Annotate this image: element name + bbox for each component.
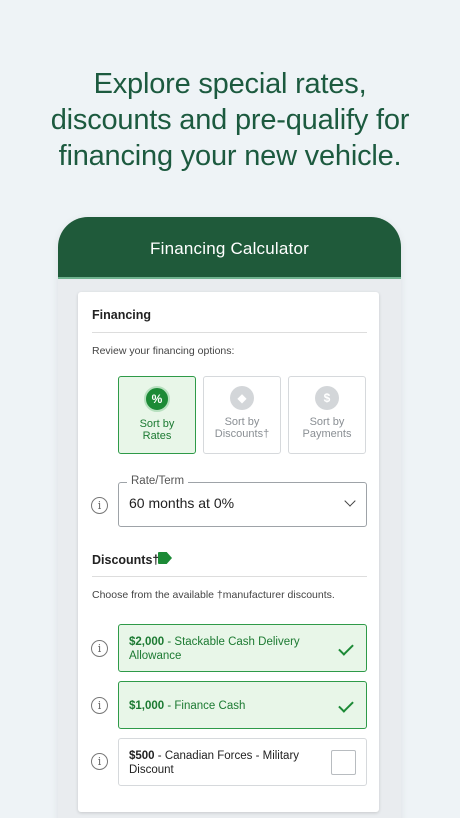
- sort-label-line1: Sort by: [139, 418, 175, 430]
- sort-by-discounts-button[interactable]: ◆ Sort by Discounts†: [203, 376, 281, 454]
- rate-term-value: 60 months at 0%: [129, 495, 235, 511]
- sort-label-line2: Discounts†: [214, 428, 270, 440]
- headline-line-1: Explore special rates,: [93, 68, 367, 100]
- financing-divider: [92, 332, 367, 333]
- discounts-divider: [92, 576, 367, 577]
- discount-info-icon[interactable]: i: [91, 753, 108, 770]
- discount-option[interactable]: $500 - Canadian Forces - Military Discou…: [118, 738, 367, 786]
- discount-text-line2: Discount: [129, 764, 174, 776]
- discount-label: - Stackable Cash Delivery: [164, 636, 300, 648]
- tag-icon: ◆: [230, 386, 254, 410]
- sort-by-rates-button[interactable]: % Sort by Rates: [118, 376, 196, 454]
- app-title: Financing Calculator: [150, 239, 309, 258]
- discount-label: - Finance Cash: [164, 700, 246, 712]
- discounts-heading: Discounts†: [92, 553, 160, 567]
- chevron-down-icon: [344, 495, 356, 507]
- promo-headline: Explore special rates, discounts and pre…: [0, 66, 460, 174]
- discount-text-line1: $2,000 - Stackable Cash Delivery: [129, 635, 326, 649]
- percent-icon: %: [144, 386, 170, 412]
- discount-amount: $1,000: [129, 700, 165, 712]
- discount-text-line2: Allowance: [129, 650, 182, 662]
- phone-frame: Financing Calculator Financing Review yo…: [58, 217, 401, 818]
- discount-amount: $500: [129, 750, 155, 762]
- discount-info-icon[interactable]: i: [91, 697, 108, 714]
- discount-text-line1: $1,000 - Finance Cash: [129, 699, 326, 713]
- discounts-subtext: Choose from the available †manufacturer …: [92, 589, 335, 601]
- app-header: Financing Calculator: [58, 217, 401, 279]
- price-tag-icon: [158, 552, 172, 564]
- sort-label-line1: Sort by: [224, 416, 260, 428]
- discount-label: - Canadian Forces - Military: [154, 750, 300, 762]
- rate-term-label: Rate/Term: [127, 475, 189, 487]
- sort-by-payments-button[interactable]: $ Sort by Payments: [288, 376, 366, 454]
- rate-info-icon[interactable]: i: [91, 497, 108, 514]
- checkmark-icon: [338, 640, 354, 656]
- discount-amount: $2,000: [129, 636, 165, 648]
- financing-subtext: Review your financing options:: [92, 345, 235, 357]
- discount-checkbox[interactable]: [331, 750, 356, 775]
- financing-heading: Financing: [92, 308, 152, 322]
- discount-option[interactable]: $2,000 - Stackable Cash Delivery Allowan…: [118, 624, 367, 672]
- discount-info-icon[interactable]: i: [91, 640, 108, 657]
- discount-text-line1: $500 - Canadian Forces - Military: [129, 749, 326, 763]
- dollar-icon: $: [315, 386, 339, 410]
- rate-term-select[interactable]: Rate/Term 60 months at 0%: [118, 475, 367, 527]
- headline-line-2: discounts and pre-qualify for: [50, 104, 410, 136]
- sort-label-line2: Payments: [302, 428, 352, 440]
- checkmark-icon: [338, 697, 354, 713]
- headline-line-3: financing your new vehicle.: [58, 140, 402, 172]
- sort-label-line2: Rates: [142, 430, 172, 442]
- sort-label-line1: Sort by: [309, 416, 345, 428]
- discount-option[interactable]: $1,000 - Finance Cash: [118, 681, 367, 729]
- financing-card: Financing Review your financing options:…: [78, 292, 379, 812]
